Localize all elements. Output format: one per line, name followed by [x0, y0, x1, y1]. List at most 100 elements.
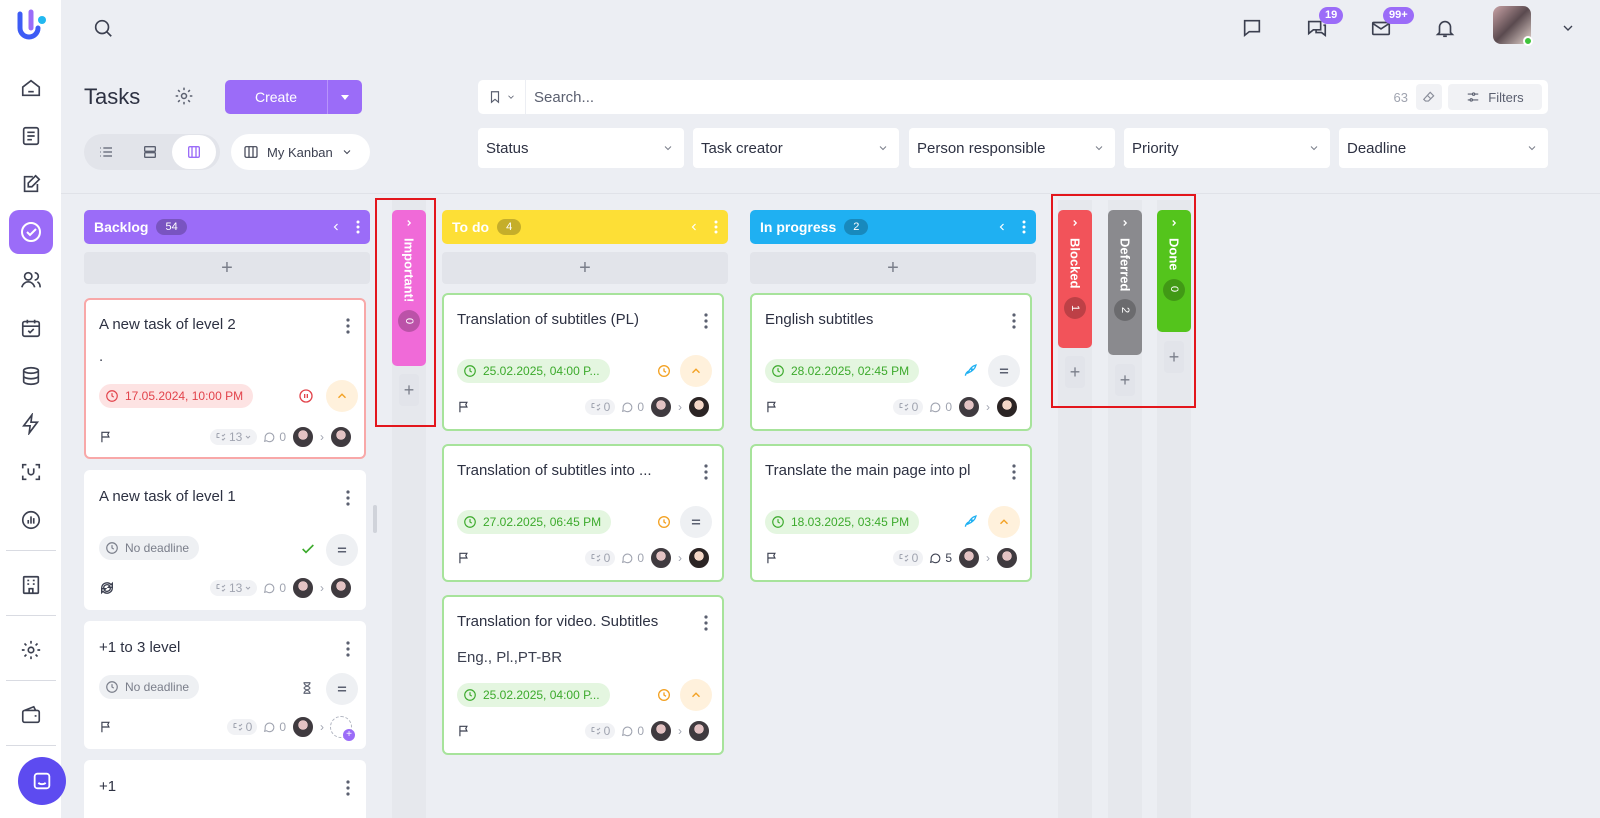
saved-searches-button[interactable]	[478, 80, 526, 114]
subtask-count[interactable]: 0	[584, 399, 616, 415]
clear-search-button[interactable]	[1416, 84, 1442, 110]
creator-avatar[interactable]	[958, 547, 980, 569]
sidebar-item-users[interactable]	[9, 258, 53, 302]
add-task-todo-button[interactable]: +	[442, 252, 728, 284]
sidebar-item-automation[interactable]	[9, 402, 53, 446]
sidebar-item-company[interactable]	[9, 563, 53, 607]
filter-deadline[interactable]: Deadline	[1339, 128, 1548, 168]
support-chat-button[interactable]	[18, 757, 66, 805]
flag-icon[interactable]	[457, 551, 471, 565]
sidebar-item-calendar[interactable]	[9, 306, 53, 350]
column-header-todo[interactable]: To do 4	[442, 210, 728, 244]
priority-high[interactable]	[988, 506, 1020, 538]
sidebar-item-scan[interactable]	[9, 450, 53, 494]
sidebar-item-home[interactable]	[9, 66, 53, 110]
task-deadline[interactable]: No deadline	[99, 536, 200, 560]
kanban-view-button[interactable]	[172, 135, 216, 169]
flag-icon[interactable]	[99, 720, 113, 734]
mail-button[interactable]: 99+	[1367, 7, 1414, 42]
responsible-avatar[interactable]	[330, 426, 352, 448]
repeat-icon[interactable]	[99, 580, 115, 596]
sidebar-item-wallet[interactable]	[9, 693, 53, 737]
filters-button[interactable]: Filters	[1448, 84, 1542, 110]
collapse-column-icon[interactable]	[330, 221, 342, 233]
task-card[interactable]: Translation of subtitles into ... 27.02.…	[442, 444, 724, 582]
creator-avatar[interactable]	[650, 396, 672, 418]
app-logo[interactable]	[13, 8, 49, 44]
column-menu-icon[interactable]	[714, 220, 718, 234]
create-dropdown-button[interactable]	[328, 80, 362, 114]
subtask-count[interactable]: 13	[209, 580, 258, 596]
creator-avatar[interactable]	[292, 426, 314, 448]
collapse-column-icon[interactable]	[996, 221, 1008, 233]
task-card[interactable]: Translation of subtitles (PL) 25.02.2025…	[442, 293, 724, 431]
priority-medium[interactable]	[988, 355, 1020, 387]
priority-high[interactable]	[680, 355, 712, 387]
subtask-count[interactable]: 0	[892, 399, 924, 415]
task-deadline[interactable]: 27.02.2025, 06:45 PM	[457, 510, 612, 534]
global-search-button[interactable]	[89, 14, 117, 42]
task-deadline[interactable]: 25.02.2025, 04:00 P...	[457, 683, 610, 707]
task-card[interactable]: A new task of level 2 . 17.05.2024, 10:0…	[84, 298, 366, 459]
comment-count[interactable]: 0	[621, 724, 644, 738]
task-deadline[interactable]: No deadline	[99, 675, 200, 699]
sidebar-item-tasks[interactable]	[8, 210, 53, 254]
creator-avatar[interactable]	[958, 396, 980, 418]
create-button[interactable]: Create	[225, 80, 328, 114]
comment-count[interactable]: 0	[929, 400, 952, 414]
creator-avatar[interactable]	[650, 720, 672, 742]
task-card[interactable]: Translate the main page into pl 18.03.20…	[750, 444, 1032, 582]
chats-button[interactable]: 19	[1303, 7, 1344, 42]
task-deadline[interactable]: 18.03.2025, 03:45 PM	[765, 510, 920, 534]
comment-count[interactable]: 0	[263, 430, 286, 444]
priority-medium[interactable]	[326, 673, 358, 705]
task-menu-button[interactable]	[1012, 313, 1016, 334]
comment-count[interactable]: 5	[929, 551, 952, 565]
task-card[interactable]: A new task of level 1 No deadline 13 0 ›	[84, 470, 366, 610]
creator-avatar[interactable]	[292, 716, 314, 738]
task-menu-button[interactable]	[704, 464, 708, 485]
subtask-count[interactable]: 0	[226, 719, 258, 735]
flag-icon[interactable]	[765, 551, 779, 565]
responsible-avatar[interactable]	[688, 547, 710, 569]
task-menu-button[interactable]	[346, 490, 350, 511]
assign-responsible-button[interactable]	[330, 716, 355, 741]
kanban-selector[interactable]: My Kanban	[231, 134, 370, 170]
column-header-backlog[interactable]: Backlog 54	[84, 210, 370, 244]
responsible-avatar[interactable]	[996, 547, 1018, 569]
task-deadline[interactable]: 25.02.2025, 04:00 P...	[457, 359, 610, 383]
add-task-backlog-button[interactable]: +	[84, 252, 370, 284]
task-card[interactable]: +1 to 3 level No deadline 0 0 ›	[84, 621, 366, 749]
search-input[interactable]: Search...	[526, 89, 1394, 106]
comment-count[interactable]: 0	[263, 581, 286, 595]
notifications-button[interactable]	[1431, 14, 1459, 42]
collapse-column-icon[interactable]	[688, 221, 700, 233]
task-deadline[interactable]: 17.05.2024, 10:00 PM	[99, 384, 254, 408]
column-menu-icon[interactable]	[1022, 220, 1026, 234]
subtask-count[interactable]: 0	[584, 550, 616, 566]
filter-person-responsible[interactable]: Person responsible	[909, 128, 1115, 168]
task-menu-button[interactable]	[346, 318, 350, 339]
user-avatar[interactable]	[1493, 6, 1533, 46]
flag-icon[interactable]	[765, 400, 779, 414]
flag-icon[interactable]	[457, 400, 471, 414]
add-task-in-progress-button[interactable]: +	[750, 252, 1036, 284]
filter-status[interactable]: Status	[478, 128, 684, 168]
task-menu-button[interactable]	[346, 641, 350, 662]
column-scrollbar[interactable]	[373, 505, 377, 533]
rows-view-button[interactable]	[128, 135, 172, 169]
filter-priority[interactable]: Priority	[1124, 128, 1330, 168]
sidebar-item-reports[interactable]	[9, 498, 53, 542]
comment-count[interactable]: 0	[621, 551, 644, 565]
user-menu-toggle[interactable]	[1554, 14, 1582, 42]
flag-icon[interactable]	[99, 430, 113, 444]
messages-button[interactable]	[1238, 14, 1266, 42]
responsible-avatar[interactable]	[688, 396, 710, 418]
task-card[interactable]: +1	[84, 760, 366, 818]
task-card[interactable]: Translation for video. Subtitles Eng., P…	[442, 595, 724, 755]
sidebar-item-database[interactable]	[9, 354, 53, 398]
priority-high[interactable]	[326, 380, 358, 412]
subtask-count[interactable]: 0	[892, 550, 924, 566]
creator-avatar[interactable]	[650, 547, 672, 569]
task-menu-button[interactable]	[1012, 464, 1016, 485]
